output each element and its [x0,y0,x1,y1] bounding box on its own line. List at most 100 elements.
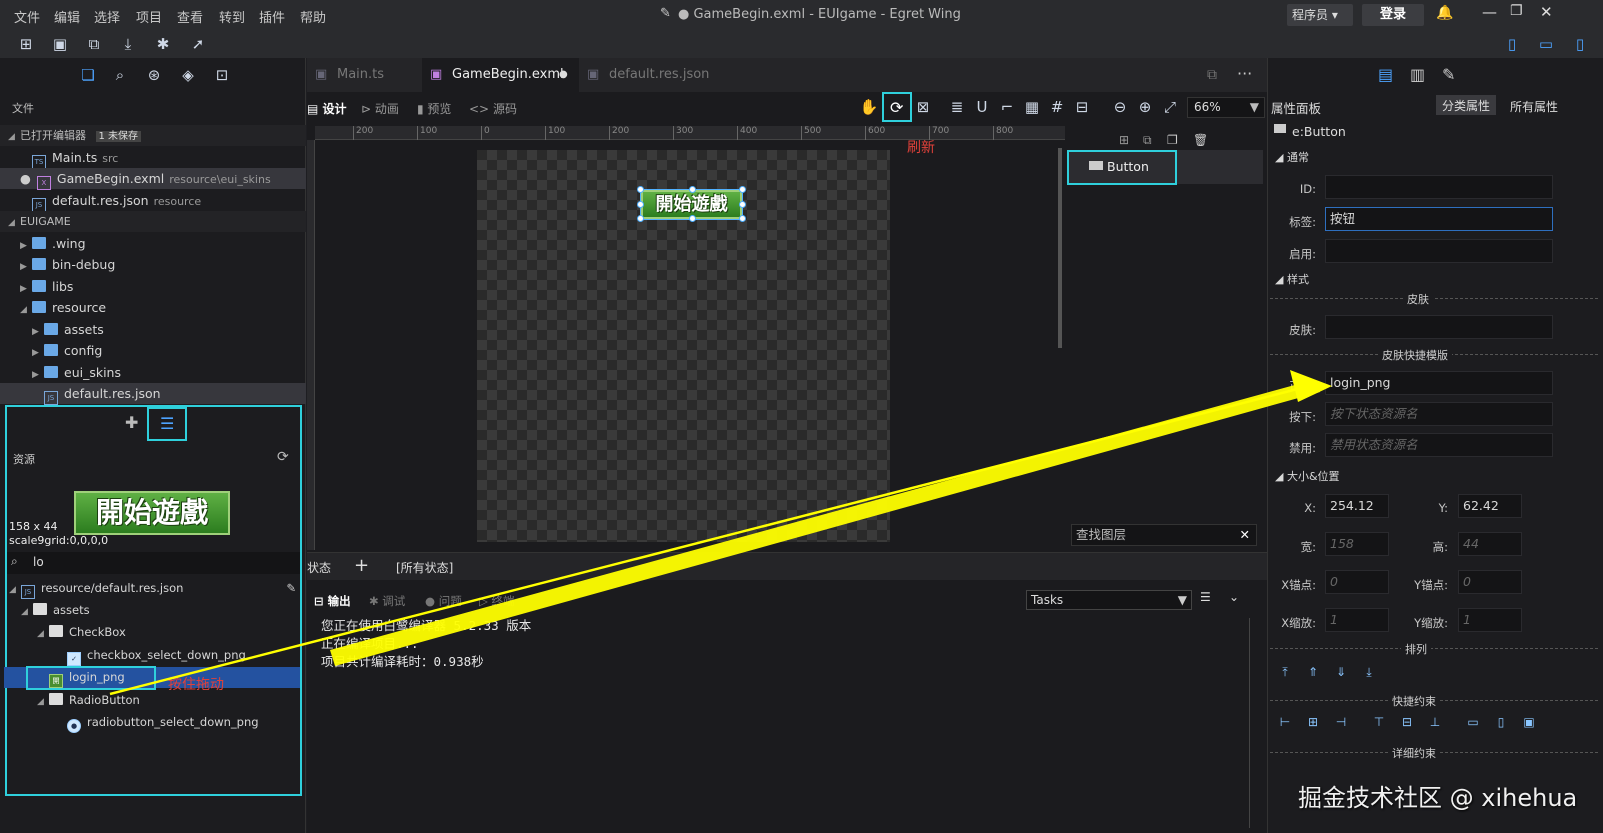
publish-icon[interactable]: ⤓ [118,34,138,54]
debug-bug-icon[interactable]: ✱ [153,34,173,54]
resize-handle[interactable] [689,215,696,222]
section-style[interactable]: ◢ 样式 [1275,271,1309,287]
search-icon[interactable]: ⌕ [110,65,130,85]
collapse-icon[interactable]: ⌄ [1229,590,1239,604]
constraint-bottom-icon[interactable]: ⊥ [1428,715,1442,729]
constraint-fill-icon[interactable]: ▣ [1522,715,1536,729]
resize-handle[interactable] [739,186,746,193]
menu-edit[interactable]: 编辑 [54,7,80,26]
tab-terminal[interactable]: ▷ 终端 [479,593,515,609]
git-icon[interactable]: ◈ [178,65,198,85]
canvas-scrollbar[interactable] [1058,148,1062,348]
menu-plugins[interactable]: 插件 [259,7,285,26]
res-tree-root[interactable]: ◢ JS resource/default.res.json ✎ [7,578,300,599]
menu-goto[interactable]: 转到 [219,7,245,26]
left-panel-icon[interactable]: ▯ [1502,34,1522,54]
edit-pencil-icon[interactable]: ✎ [286,578,296,599]
constraint-hcenter-icon[interactable]: ⊞ [1306,715,1320,729]
run-rocket-icon[interactable]: ➚ [188,34,208,54]
x-input[interactable]: 254.12 [1325,494,1389,518]
properties-tab-icon[interactable]: ▤ [1378,65,1393,84]
state-all[interactable]: [所有状态] [396,559,453,576]
width-input[interactable]: 158 [1325,532,1389,556]
split-editor-icon[interactable]: ⧉ [1207,67,1217,83]
height-input[interactable]: 44 [1458,532,1522,556]
tab-gamebegin[interactable]: ▣ GameBegin.exml ● [422,58,579,92]
align-icon[interactable]: ≣ [947,97,967,117]
save-all-icon[interactable]: ⧉ [84,34,104,54]
label-input[interactable]: 按钮 [1325,207,1553,231]
constraint-fill-v-icon[interactable]: ▯ [1494,715,1508,729]
debug-panel-icon[interactable]: ⊡ [212,65,232,85]
output-scrollbar[interactable] [1249,618,1250,828]
more-icon[interactable]: ··· [1237,64,1252,83]
constraint-fill-h-icon[interactable]: ▭ [1466,715,1480,729]
tab-problems[interactable]: ● 问题 [425,593,462,609]
resource-search-input[interactable]: ⌕ lo [7,552,300,574]
resize-handle[interactable] [739,215,746,222]
constraint-right-icon[interactable]: ⊣ [1334,715,1348,729]
constraint-top-icon[interactable]: ⊤ [1372,715,1386,729]
add-state-icon[interactable]: + [354,555,369,576]
menu-view[interactable]: 查看 [177,7,203,26]
send-backward-icon[interactable]: ⇓ [1334,665,1348,679]
y-input[interactable]: 62.42 [1458,494,1522,518]
enabled-input[interactable] [1325,239,1553,263]
close-icon[interactable]: ✕ [1540,3,1553,21]
ruler-toggle-icon[interactable]: ⌐ [997,97,1017,117]
guides-icon[interactable]: # [1047,97,1067,117]
mode-preview[interactable]: ▮ 预览 [417,100,451,117]
right-panel-icon[interactable]: ▯ [1570,34,1590,54]
library-book-icon[interactable]: ▥ [1410,65,1425,84]
layer-item-button[interactable]: Button [1067,150,1177,185]
mode-source[interactable]: <> 源码 [469,100,517,117]
bring-forward-icon[interactable]: ⇑ [1306,665,1320,679]
brush-icon[interactable]: ✎ [1442,65,1455,84]
resize-handle[interactable] [689,186,696,193]
add-resource-icon[interactable]: ✚ [125,413,138,432]
tree-bin-debug[interactable]: ▶ bin-debug [0,254,306,275]
menu-select[interactable]: 选择 [94,7,120,26]
tree-config[interactable]: ▶ config [0,340,306,361]
fit-icon[interactable]: ⤢ [1160,97,1180,117]
role-select[interactable]: 程序员 ▾ [1287,4,1353,26]
tree-wing[interactable]: ▶ .wing [0,233,306,254]
zoom-select[interactable]: 66% ▼ [1187,97,1265,118]
extensions-icon[interactable]: ⊛ [144,65,164,85]
bring-front-icon[interactable]: ⤒ [1278,665,1292,679]
anchor-y-input[interactable]: 0 [1458,570,1522,594]
open-editors-section[interactable]: ◢ 已打开编辑器 1 未保存 [0,125,306,146]
zoom-in-icon[interactable]: ⊕ [1135,97,1155,117]
tree-default-res-json[interactable]: JS default.res.json [0,383,306,405]
res-tree-radio-down[interactable]: ● radiobutton_select_down_png [7,712,300,733]
explorer-icon[interactable]: ❏ [78,65,98,85]
layer-copy-icon[interactable]: ❐ [1167,133,1178,147]
refresh-button[interactable]: ⟳ [882,92,912,122]
mode-design[interactable]: ▤ 设计 [307,100,347,117]
tab-all[interactable]: 所有属性 [1510,98,1558,115]
constraint-vcenter-icon[interactable]: ⊟ [1400,715,1414,729]
normal-input[interactable]: login_png [1325,371,1553,395]
tree-eui-skins[interactable]: ▶ eui_skins [0,362,306,383]
resize-handle[interactable] [637,215,644,222]
down-input[interactable]: 按下状态资源名 [1325,402,1553,426]
resize-handle[interactable] [637,186,644,193]
minimize-icon[interactable]: — [1482,3,1497,21]
send-back-icon[interactable]: ⤓ [1362,665,1376,679]
menu-project[interactable]: 项目 [136,7,162,26]
disabled-input[interactable]: 禁用状态资源名 [1325,433,1553,457]
refresh-icon[interactable]: ⟳ [277,449,289,465]
menu-file[interactable]: 文件 [14,7,40,26]
res-tree-checkbox-down[interactable]: ✓ checkbox_select_down_png [7,645,300,666]
output-channel-select[interactable]: Tasks ▼ [1026,590,1192,610]
new-file-icon[interactable]: ⊞ [16,34,36,54]
hand-tool-icon[interactable]: ✋ [859,97,879,117]
magnet-icon[interactable]: U [972,97,992,117]
bottom-panel-icon[interactable]: ▭ [1536,34,1556,54]
image-view-icon[interactable]: ⊟ [1072,97,1092,117]
layer-group-icon[interactable]: ⧉ [1143,133,1152,148]
open-file-main[interactable]: TS Main.ts src [0,147,306,169]
mode-animation[interactable]: ⊳ 动画 [361,100,399,117]
layer-search-input[interactable]: 查找图层 ✕ [1071,524,1257,546]
resize-handle[interactable] [637,201,644,208]
